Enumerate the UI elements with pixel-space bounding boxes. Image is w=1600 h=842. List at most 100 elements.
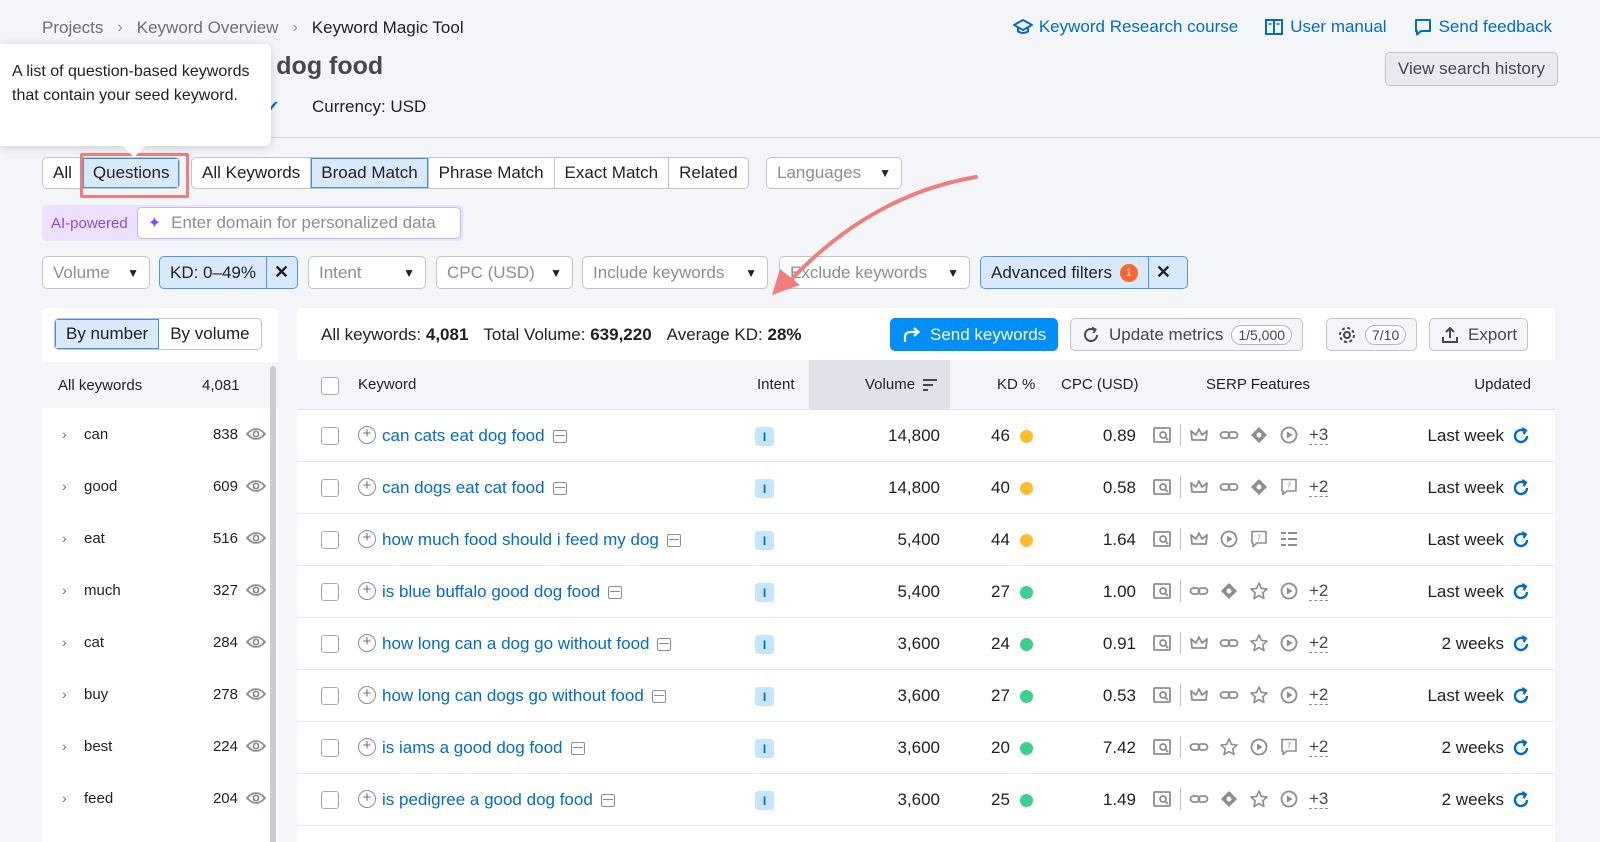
- intent-column-header[interactable]: Intent: [757, 376, 795, 393]
- eye-icon[interactable]: [246, 427, 266, 441]
- eye-icon[interactable]: [246, 635, 266, 649]
- volume-column-header[interactable]: Volume: [865, 376, 938, 393]
- tab-phrase-match[interactable]: Phrase Match: [429, 158, 555, 188]
- all-keywords-group[interactable]: All keywords 4,081: [42, 362, 278, 408]
- chevron-right-icon[interactable]: ›: [62, 790, 67, 806]
- add-to-list-icon[interactable]: +: [358, 582, 376, 600]
- tab-related[interactable]: Related: [669, 158, 748, 188]
- eye-icon[interactable]: [246, 531, 266, 545]
- chevron-right-icon[interactable]: ›: [62, 426, 67, 442]
- add-to-list-icon[interactable]: +: [358, 686, 376, 704]
- serp-snapshot-icon[interactable]: [1152, 529, 1172, 549]
- more-serp-features[interactable]: +3: [1309, 425, 1329, 445]
- refresh-icon[interactable]: [1511, 530, 1531, 550]
- keyword-link[interactable]: is pedigree a good dog food: [382, 790, 615, 810]
- volume-filter[interactable]: Volume ▼: [42, 256, 150, 289]
- row-checkbox[interactable]: [321, 531, 339, 549]
- eye-icon[interactable]: [246, 583, 266, 597]
- row-checkbox[interactable]: [321, 739, 339, 757]
- export-button[interactable]: Export: [1429, 318, 1529, 351]
- serp-preview-icon[interactable]: [657, 637, 672, 651]
- column-settings-button[interactable]: 7/10: [1326, 318, 1418, 351]
- chevron-right-icon[interactable]: ›: [62, 582, 67, 598]
- keyword-group-row[interactable]: › best 224: [42, 720, 270, 772]
- by-volume-tab[interactable]: By volume: [159, 319, 260, 349]
- serp-preview-icon[interactable]: [600, 793, 615, 807]
- select-all-checkbox[interactable]: [321, 377, 339, 395]
- more-serp-features[interactable]: +2: [1309, 581, 1329, 601]
- tab-broad-match[interactable]: Broad Match: [311, 158, 429, 188]
- row-checkbox[interactable]: [321, 479, 339, 497]
- row-checkbox[interactable]: [321, 427, 339, 445]
- serp-preview-icon[interactable]: [608, 585, 623, 599]
- eye-icon[interactable]: [246, 739, 266, 753]
- serp-snapshot-icon[interactable]: [1152, 477, 1172, 497]
- serp-preview-icon[interactable]: [570, 741, 585, 755]
- serp-preview-icon[interactable]: [552, 481, 567, 495]
- keyword-group-row[interactable]: › feed 204: [42, 772, 270, 824]
- serp-snapshot-icon[interactable]: [1152, 425, 1172, 445]
- cpc-filter[interactable]: CPC (USD) ▼: [436, 256, 573, 289]
- serp-preview-icon[interactable]: [651, 689, 666, 703]
- intent-filter[interactable]: Intent ▼: [308, 256, 426, 289]
- serp-preview-icon[interactable]: [666, 533, 681, 547]
- view-search-history-button[interactable]: View search history: [1384, 52, 1558, 86]
- refresh-icon[interactable]: [1511, 478, 1531, 498]
- eye-icon[interactable]: [246, 687, 266, 701]
- close-icon[interactable]: ✕: [1147, 257, 1178, 288]
- serp-snapshot-icon[interactable]: [1152, 789, 1172, 809]
- breadcrumb-projects[interactable]: Projects: [42, 18, 103, 38]
- refresh-icon[interactable]: [1511, 686, 1531, 706]
- chevron-right-icon[interactable]: ›: [62, 738, 67, 754]
- keyword-group-row[interactable]: › eat 516: [42, 512, 270, 564]
- row-checkbox[interactable]: [321, 687, 339, 705]
- keyword-group-row[interactable]: › much 327: [42, 564, 270, 616]
- send-feedback-link[interactable]: Send feedback: [1413, 17, 1552, 37]
- add-to-list-icon[interactable]: +: [358, 790, 376, 808]
- keyword-research-course-link[interactable]: Keyword Research course: [1012, 17, 1238, 37]
- advanced-filters-chip[interactable]: Advanced filters 1 ✕: [980, 256, 1188, 289]
- serp-features-column-header[interactable]: SERP Features: [1206, 376, 1310, 393]
- update-metrics-button[interactable]: Update metrics 1/5,000: [1070, 318, 1304, 351]
- tab-exact-match[interactable]: Exact Match: [555, 158, 670, 188]
- keyword-group-row[interactable]: › cat 284: [42, 616, 270, 668]
- breadcrumb-keyword-overview[interactable]: Keyword Overview: [137, 18, 279, 38]
- eye-icon[interactable]: [246, 479, 266, 493]
- add-to-list-icon[interactable]: +: [358, 478, 376, 496]
- include-keywords-filter[interactable]: Include keywords ▼: [582, 256, 768, 289]
- keyword-group-row[interactable]: › buy 278: [42, 668, 270, 720]
- serp-snapshot-icon[interactable]: [1152, 737, 1172, 757]
- domain-input[interactable]: ✦ Enter domain for personalized data: [136, 207, 461, 239]
- keyword-link[interactable]: is iams a good dog food: [382, 738, 585, 758]
- scrollbar[interactable]: [270, 366, 276, 842]
- refresh-icon[interactable]: [1511, 634, 1531, 654]
- serp-preview-icon[interactable]: [552, 429, 567, 443]
- keyword-link[interactable]: how long can a dog go without food: [382, 634, 672, 654]
- chevron-right-icon[interactable]: ›: [62, 686, 67, 702]
- keyword-link[interactable]: how much food should i feed my dog: [382, 530, 681, 550]
- eye-icon[interactable]: [246, 791, 266, 805]
- keyword-link[interactable]: can dogs eat cat food: [382, 478, 567, 498]
- serp-snapshot-icon[interactable]: [1152, 633, 1172, 653]
- row-checkbox[interactable]: [321, 791, 339, 809]
- chevron-right-icon[interactable]: ›: [62, 478, 67, 494]
- close-icon[interactable]: ✕: [266, 257, 296, 288]
- cpc-column-header[interactable]: CPC (USD): [1061, 376, 1139, 393]
- chevron-right-icon[interactable]: ›: [62, 634, 67, 650]
- updated-column-header[interactable]: Updated: [1474, 376, 1531, 393]
- row-checkbox[interactable]: [321, 635, 339, 653]
- row-checkbox[interactable]: [321, 583, 339, 601]
- more-serp-features[interactable]: +2: [1309, 633, 1329, 653]
- keyword-group-row[interactable]: › good 609: [42, 460, 270, 512]
- add-to-list-icon[interactable]: +: [358, 530, 376, 548]
- keyword-column-header[interactable]: Keyword: [358, 376, 416, 393]
- by-number-tab[interactable]: By number: [55, 319, 160, 349]
- tab-all[interactable]: All: [43, 158, 83, 188]
- kd-column-header[interactable]: KD %: [997, 376, 1035, 393]
- kd-filter-chip[interactable]: KD: 0–49% ✕: [159, 256, 298, 289]
- chevron-right-icon[interactable]: ›: [62, 530, 67, 546]
- serp-snapshot-icon[interactable]: [1152, 685, 1172, 705]
- add-to-list-icon[interactable]: +: [358, 634, 376, 652]
- refresh-icon[interactable]: [1511, 790, 1531, 810]
- tab-all-keywords[interactable]: All Keywords: [192, 158, 312, 188]
